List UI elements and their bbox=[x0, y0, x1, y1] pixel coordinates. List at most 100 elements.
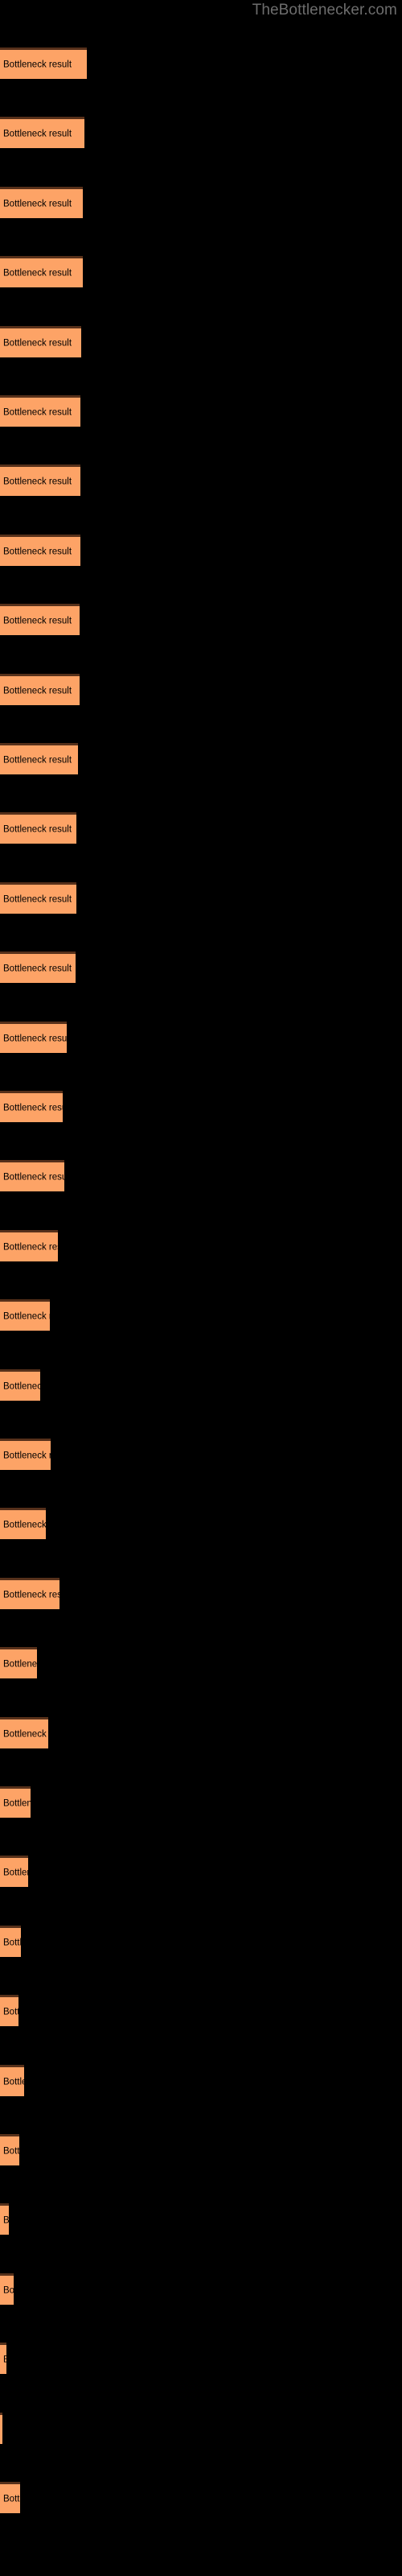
bar-label: Bottleneck result bbox=[3, 547, 72, 557]
bar[interactable]: Bottleneck result bbox=[0, 2134, 19, 2165]
bar-label: Bottleneck result bbox=[3, 2285, 14, 2296]
bar-label: Bottleneck result bbox=[3, 1242, 58, 1253]
bar-row: Bottleneck result bbox=[0, 743, 402, 774]
bar-label: Bottleneck result bbox=[3, 2077, 24, 2087]
bar-row: Bottleneck result bbox=[0, 1577, 402, 1609]
bar-label: Bottleneck result bbox=[3, 1034, 67, 1044]
bar[interactable]: Bottleneck result bbox=[0, 1925, 21, 1957]
bar-label: Bottleneck result bbox=[3, 824, 72, 835]
bar[interactable]: Bottleneck result bbox=[0, 2412, 2, 2444]
bar-row: Bottleneck result bbox=[0, 1299, 402, 1331]
bar-row: Bottleneck result bbox=[0, 1091, 402, 1122]
bar-row: Bottleneck result bbox=[0, 812, 402, 844]
bar[interactable]: Bottleneck result bbox=[0, 1091, 63, 1122]
bar[interactable]: Bottleneck result bbox=[0, 952, 76, 984]
bar[interactable]: Bottleneck result bbox=[0, 1160, 64, 1192]
bar[interactable]: Bottleneck result bbox=[0, 2343, 6, 2375]
bar-row: Bottleneck result bbox=[0, 1856, 402, 1888]
bar-label: Bottleneck result bbox=[3, 477, 72, 487]
bar[interactable]: Bottleneck result bbox=[0, 812, 76, 844]
bar-row: Bottleneck result bbox=[0, 1368, 402, 1401]
bar[interactable]: Bottleneck result bbox=[0, 117, 84, 149]
bar-row: Bottleneck result bbox=[0, 881, 402, 914]
bar[interactable]: Bottleneck result bbox=[0, 1508, 46, 1540]
bar-label: Bottleneck result bbox=[3, 1311, 50, 1322]
bar-label: Bottleneck result bbox=[3, 616, 72, 626]
bar[interactable]: Bottleneck result bbox=[0, 395, 80, 427]
bar-label: Bottleneck result bbox=[3, 1659, 37, 1670]
bar[interactable]: Bottleneck result bbox=[0, 2203, 9, 2235]
bar-row: Bottleneck result bbox=[0, 256, 402, 288]
bar-label: Bottleneck result bbox=[3, 1520, 46, 1530]
bar[interactable]: Bottleneck result bbox=[0, 1647, 37, 1679]
bar-row: Bottleneck result bbox=[0, 1229, 402, 1261]
bar[interactable]: Bottleneck result bbox=[0, 534, 80, 566]
bar-row: Bottleneck result bbox=[0, 1647, 402, 1679]
bar-label: Bottleneck result bbox=[3, 964, 72, 974]
bar[interactable]: Bottleneck result bbox=[0, 1995, 18, 2027]
bar[interactable]: Bottleneck result bbox=[0, 2273, 14, 2305]
bar[interactable]: Bottleneck result bbox=[0, 464, 80, 497]
bar[interactable]: Bottleneck result bbox=[0, 1439, 51, 1470]
bar-label: Bottleneck result bbox=[3, 1103, 63, 1113]
bar-row: Bottleneck result bbox=[0, 2203, 402, 2235]
bar-row: Bottleneck result bbox=[0, 2412, 402, 2444]
bar-label: Bottleneck result bbox=[3, 2494, 20, 2504]
bar[interactable]: Bottleneck result bbox=[0, 1577, 59, 1609]
bar-label: Bottleneck result bbox=[3, 755, 72, 766]
bar-label: Bottleneck result bbox=[3, 2215, 9, 2226]
bar-label: Bottleneck result bbox=[3, 2007, 18, 2017]
bar-row: Bottleneck result bbox=[0, 952, 402, 984]
bar[interactable]: Bottleneck result bbox=[0, 1716, 48, 1748]
bar[interactable]: Bottleneck result bbox=[0, 186, 83, 218]
bar-row: Bottleneck result bbox=[0, 2482, 402, 2513]
bar-row: Bottleneck result bbox=[0, 47, 402, 79]
bar-row: Bottleneck result bbox=[0, 395, 402, 427]
bar-row: Bottleneck result bbox=[0, 1925, 402, 1957]
bar-row: Bottleneck result bbox=[0, 1439, 402, 1470]
bar-row: Bottleneck result bbox=[0, 464, 402, 497]
bar-label: Bottleneck result bbox=[3, 1381, 40, 1392]
bar-label: Bottleneck result bbox=[3, 1729, 48, 1740]
bar-row: Bottleneck result bbox=[0, 2134, 402, 2165]
bar-label: Bottleneck result bbox=[3, 1590, 59, 1600]
bar-label: Bottleneck result bbox=[3, 199, 72, 209]
bar[interactable]: Bottleneck result bbox=[0, 2482, 20, 2513]
bar-label: Bottleneck result bbox=[3, 1798, 31, 1809]
bar-label: Bottleneck result bbox=[3, 338, 72, 349]
bar-label: Bottleneck result bbox=[3, 407, 72, 418]
bar-row: Bottleneck result bbox=[0, 1786, 402, 1818]
bar-row: Bottleneck result bbox=[0, 534, 402, 566]
bar-row: Bottleneck result bbox=[0, 325, 402, 357]
bar[interactable]: Bottleneck result bbox=[0, 1299, 50, 1331]
bar-label: Bottleneck result bbox=[3, 1172, 64, 1183]
bottleneck-chart: TheBottlenecker.com Bottleneck result Bot… bbox=[0, 0, 402, 2576]
bar-label: Bottleneck result bbox=[3, 894, 72, 905]
bar-row: Bottleneck result bbox=[0, 2273, 402, 2305]
bar-label: Bottleneck result bbox=[3, 1451, 51, 1461]
plot-area: Bottleneck result Bottleneck result Bottle… bbox=[0, 0, 402, 2576]
bar[interactable]: Bottleneck result bbox=[0, 47, 87, 79]
bar[interactable]: Bottleneck result bbox=[0, 604, 80, 636]
bar[interactable]: Bottleneck result bbox=[0, 1229, 58, 1261]
bar[interactable]: Bottleneck result bbox=[0, 1856, 28, 1888]
bar-row: Bottleneck result bbox=[0, 604, 402, 636]
bar[interactable]: Bottleneck result bbox=[0, 1368, 40, 1401]
bar-label: Bottleneck result bbox=[3, 686, 72, 696]
bar[interactable]: Bottleneck result bbox=[0, 1021, 67, 1053]
bar-label: Bottleneck result bbox=[3, 60, 72, 70]
bar-row: Bottleneck result bbox=[0, 2064, 402, 2096]
bar-row: Bottleneck result bbox=[0, 1716, 402, 1748]
bar-label: Bottleneck result bbox=[3, 1938, 21, 1948]
bar[interactable]: Bottleneck result bbox=[0, 881, 76, 914]
bar[interactable]: Bottleneck result bbox=[0, 2064, 24, 2096]
bar-row: Bottleneck result bbox=[0, 2343, 402, 2375]
bar[interactable]: Bottleneck result bbox=[0, 256, 83, 288]
bar[interactable]: Bottleneck result bbox=[0, 325, 81, 357]
bar-label: Bottleneck result bbox=[3, 2146, 19, 2157]
bar[interactable]: Bottleneck result bbox=[0, 1786, 31, 1818]
bar-row: Bottleneck result bbox=[0, 117, 402, 149]
bar[interactable]: Bottleneck result bbox=[0, 743, 78, 774]
bar-row: Bottleneck result bbox=[0, 1021, 402, 1053]
bar[interactable]: Bottleneck result bbox=[0, 673, 80, 705]
